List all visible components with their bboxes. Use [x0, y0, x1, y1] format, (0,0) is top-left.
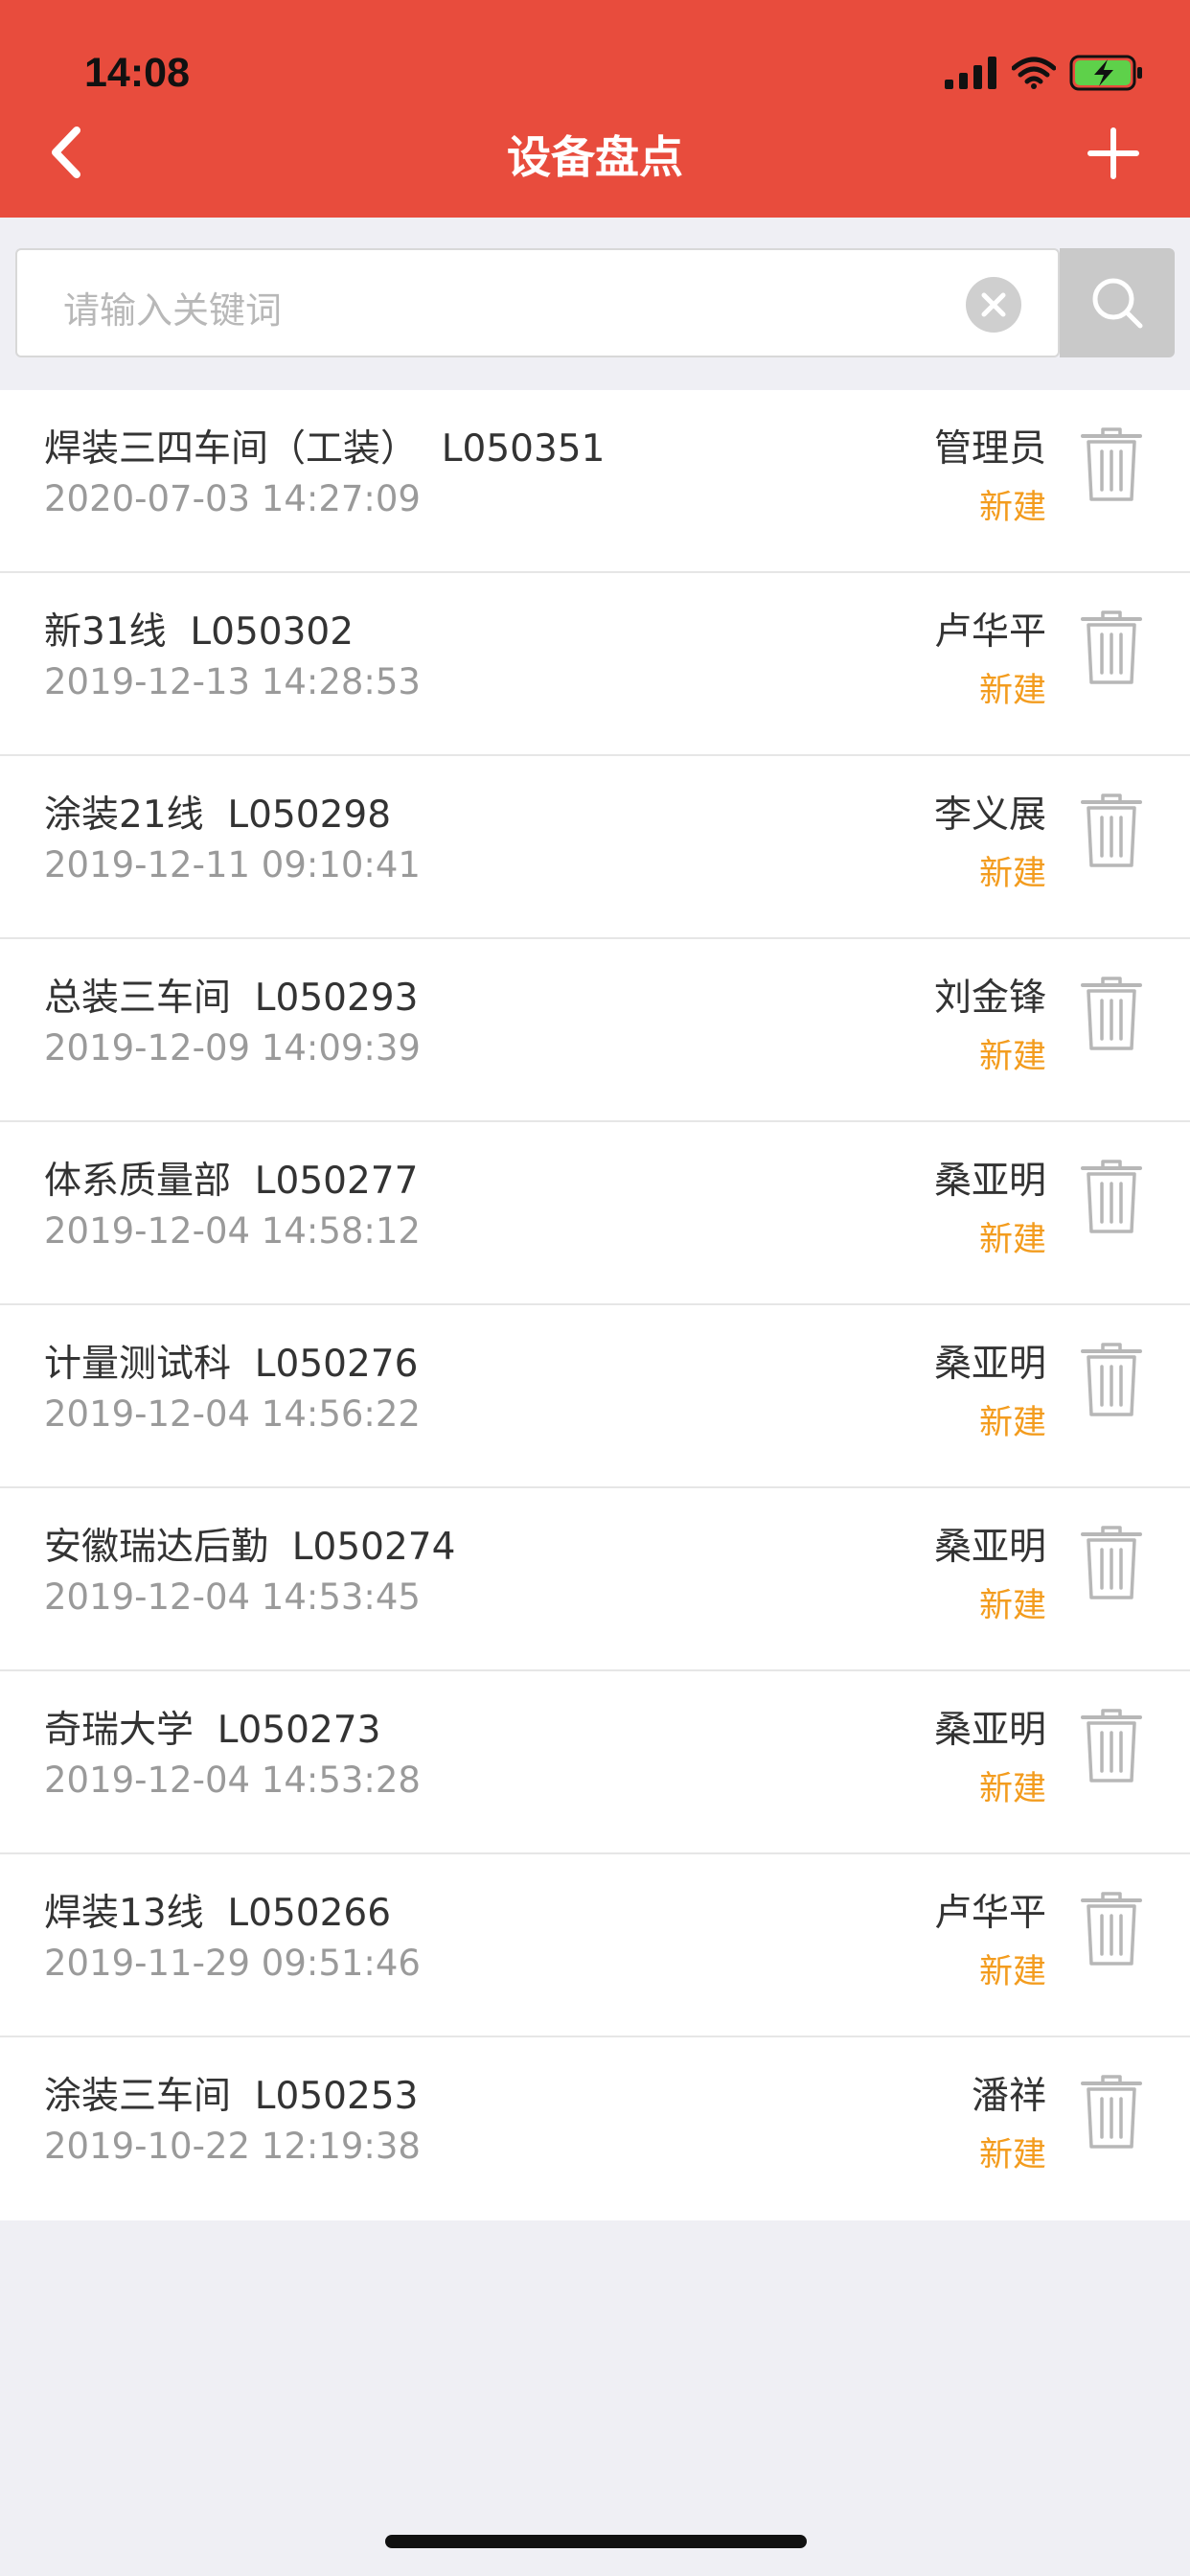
record-list: 焊装三四车间（工装） L050351 2020-07-03 14:27:09 管… [0, 390, 1190, 2220]
list-item[interactable]: 焊装三四车间（工装） L050351 2020-07-03 14:27:09 管… [0, 390, 1190, 573]
record-title: 焊装三四车间（工装） L050351 [44, 427, 606, 471]
trash-icon[interactable] [1081, 1525, 1142, 1601]
record-status: 新建 [978, 2136, 1046, 2174]
list-item[interactable]: 涂装21线 L050298 2019-12-11 09:10:41 李义展 新建 [0, 756, 1190, 939]
record-user: 卢华平 [933, 610, 1046, 654]
record-user: 桑亚明 [933, 1709, 1046, 1752]
list-item[interactable]: 涂装三车间 L050253 2019-10-22 12:19:38 潘祥 新建 [0, 2037, 1190, 2220]
record-user: 潘祥 [971, 2075, 1046, 2118]
plus-icon[interactable] [1087, 126, 1140, 180]
trash-icon[interactable] [1081, 2074, 1142, 2150]
list-item[interactable]: 焊装13线 L050266 2019-11-29 09:51:46 卢华平 新建 [0, 1854, 1190, 2037]
search-placeholder: 请输入关键词 [63, 289, 283, 332]
wifi-icon [1012, 57, 1056, 89]
record-time: 2019-10-22 12:19:38 [44, 2126, 421, 2167]
record-time: 2019-12-04 14:53:28 [44, 1760, 421, 1801]
clear-icon[interactable] [966, 277, 1021, 333]
search-input[interactable]: 请输入关键词 [15, 248, 1060, 357]
record-time: 2019-12-09 14:09:39 [44, 1027, 421, 1069]
trash-icon[interactable] [1081, 1708, 1142, 1784]
record-title: 新31线 L050302 [44, 610, 355, 654]
trash-icon[interactable] [1081, 976, 1142, 1052]
page-title: 设备盘点 [507, 131, 683, 183]
record-title: 焊装13线 L050266 [44, 1892, 392, 1935]
record-time: 2019-12-11 09:10:41 [44, 844, 421, 886]
record-user: 管理员 [933, 427, 1046, 471]
record-time: 2019-12-04 14:58:12 [44, 1210, 421, 1252]
record-user: 桑亚明 [933, 1160, 1046, 1203]
list-item[interactable]: 奇瑞大学 L050273 2019-12-04 14:53:28 桑亚明 新建 [0, 1671, 1190, 1854]
record-status: 新建 [978, 672, 1046, 710]
record-status: 新建 [978, 489, 1046, 527]
signal-icon [945, 57, 996, 89]
list-item[interactable]: 安徽瑞达后勤 L050274 2019-12-04 14:53:45 桑亚明 新… [0, 1488, 1190, 1671]
record-title: 体系质量部 L050277 [44, 1160, 419, 1203]
record-user: 桑亚明 [933, 1526, 1046, 1569]
record-status: 新建 [978, 1404, 1046, 1442]
list-item[interactable]: 新31线 L050302 2019-12-13 14:28:53 卢华平 新建 [0, 573, 1190, 756]
record-time: 2020-07-03 14:27:09 [44, 478, 421, 519]
trash-icon[interactable] [1081, 426, 1142, 503]
record-title: 涂装21线 L050298 [44, 794, 392, 837]
record-title: 安徽瑞达后勤 L050274 [44, 1526, 456, 1569]
record-time: 2019-12-13 14:28:53 [44, 661, 421, 702]
list-item[interactable]: 总装三车间 L050293 2019-12-09 14:09:39 刘金锋 新建 [0, 939, 1190, 1122]
record-status: 新建 [978, 1038, 1046, 1076]
record-status: 新建 [978, 855, 1046, 893]
header: 14:08 设备盘点 [0, 0, 1190, 218]
record-status: 新建 [978, 1587, 1046, 1625]
record-user: 桑亚明 [933, 1343, 1046, 1386]
record-time: 2019-12-04 14:56:22 [44, 1393, 421, 1435]
record-title: 奇瑞大学 L050273 [44, 1709, 381, 1752]
record-status: 新建 [978, 1953, 1046, 1991]
home-indicator [385, 2535, 807, 2548]
record-time: 2019-12-04 14:53:45 [44, 1576, 421, 1618]
trash-icon[interactable] [1081, 1159, 1142, 1235]
record-user: 李义展 [933, 794, 1046, 837]
search-bar: 请输入关键词 [0, 218, 1190, 390]
record-user: 刘金锋 [933, 977, 1046, 1020]
record-title: 计量测试科 L050276 [44, 1343, 419, 1386]
trash-icon[interactable] [1081, 610, 1142, 686]
search-button[interactable] [1060, 248, 1175, 357]
record-status: 新建 [978, 1770, 1046, 1808]
record-title: 涂装三车间 L050253 [44, 2075, 419, 2118]
record-title: 总装三车间 L050293 [44, 977, 419, 1020]
status-icons [945, 54, 1144, 92]
record-time: 2019-11-29 09:51:46 [44, 1943, 421, 1984]
list-item[interactable]: 计量测试科 L050276 2019-12-04 14:56:22 桑亚明 新建 [0, 1305, 1190, 1488]
trash-icon[interactable] [1081, 1891, 1142, 1967]
search-icon [1092, 278, 1143, 329]
list-item[interactable]: 体系质量部 L050277 2019-12-04 14:58:12 桑亚明 新建 [0, 1122, 1190, 1305]
record-status: 新建 [978, 1221, 1046, 1259]
battery-charging-icon [1069, 55, 1142, 91]
trash-icon[interactable] [1081, 1342, 1142, 1418]
record-user: 卢华平 [933, 1892, 1046, 1935]
trash-icon[interactable] [1081, 793, 1142, 869]
status-time: 14:08 [84, 50, 190, 96]
